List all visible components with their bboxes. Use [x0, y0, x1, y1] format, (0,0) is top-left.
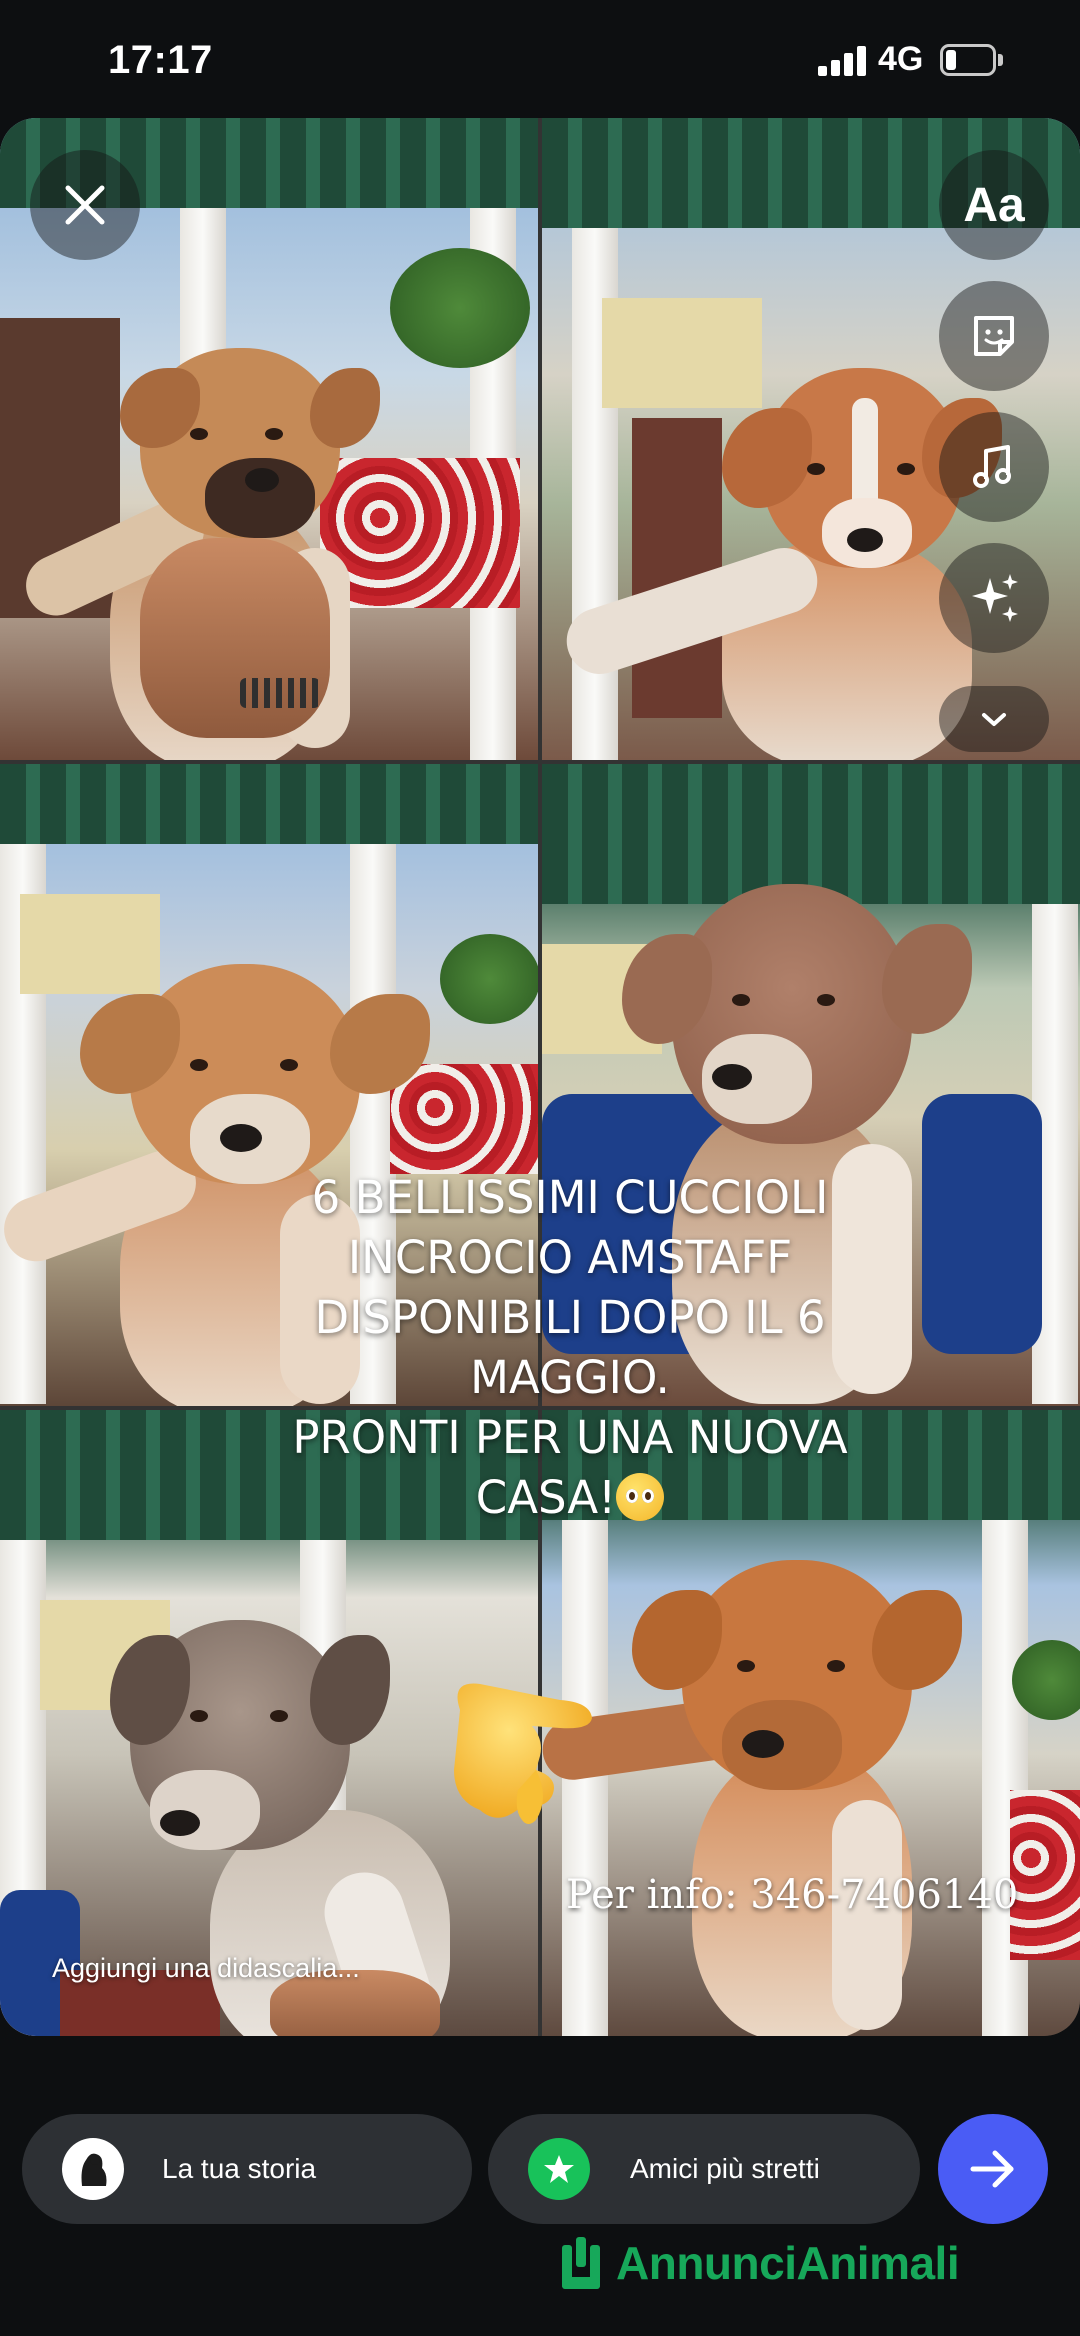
arrow-right-icon	[970, 2150, 1014, 2188]
text-tool-button[interactable]: Aa	[939, 150, 1049, 260]
signal-icon	[818, 46, 866, 76]
close-icon	[65, 185, 105, 225]
share-close-friends-button[interactable]: Amici più stretti	[488, 2114, 920, 2224]
star-icon	[544, 2155, 574, 2183]
status-time: 17:17	[108, 38, 213, 82]
caption-input[interactable]: Aggiungi una didascalia...	[52, 1953, 360, 1984]
text-tool-icon: Aa	[963, 178, 1025, 232]
battery-icon	[940, 44, 1004, 76]
music-button[interactable]	[939, 412, 1049, 522]
more-tools-button[interactable]	[939, 686, 1049, 752]
paw-logo-icon	[562, 2237, 600, 2289]
sticker-icon	[974, 316, 1014, 356]
music-icon	[973, 445, 1011, 488]
avatar	[62, 2138, 124, 2200]
pleading-face-emoji-icon	[616, 1473, 665, 1521]
close-button[interactable]	[30, 150, 140, 260]
status-bar: 17:17 4G	[0, 0, 1080, 120]
chevron-down-icon	[982, 713, 1006, 726]
network-type: 4G	[878, 40, 924, 78]
watermark-text: AnnunciAnimali	[616, 2237, 960, 2289]
contact-info-text[interactable]: Per info: 346-7406140	[566, 1872, 1018, 1918]
story-headline-text[interactable]: 6 BELLISSIMI CUCCIOLI INCROCIO AMSTAFF D…	[225, 1168, 915, 1528]
send-button[interactable]	[938, 2114, 1048, 2224]
watermark: AnnunciAnimali	[556, 2228, 996, 2298]
close-friends-label: Amici più stretti	[630, 2153, 820, 2184]
share-your-story-button[interactable]: La tua storia	[22, 2114, 472, 2224]
close-friends-badge	[528, 2138, 590, 2200]
sparkles-icon	[972, 574, 1018, 622]
effects-button[interactable]	[939, 543, 1049, 653]
sticker-button[interactable]	[939, 281, 1049, 391]
story-headline-lines: 6 BELLISSIMI CUCCIOLI INCROCIO AMSTAFF D…	[292, 1171, 848, 1524]
pointing-hand-emoji-icon[interactable]	[440, 1670, 610, 1830]
your-story-label: La tua storia	[162, 2153, 317, 2184]
